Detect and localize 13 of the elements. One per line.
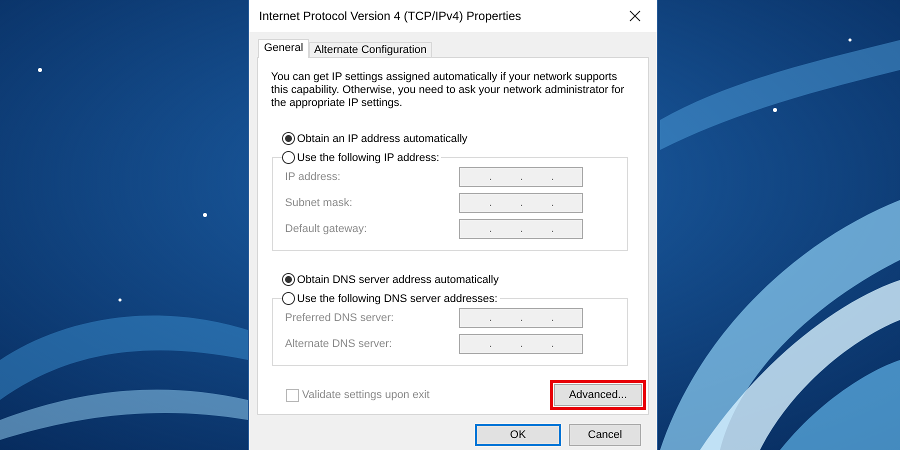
ok-button[interactable]: OK	[475, 424, 561, 446]
cancel-button[interactable]: Cancel	[569, 424, 641, 446]
field-label: Preferred DNS server:	[285, 312, 395, 324]
field-label: Default gateway:	[285, 223, 368, 235]
close-icon	[629, 10, 641, 22]
tab[interactable]: General	[258, 39, 310, 58]
description-text: You can get IP settings assigned automatically if your network supports this capability. Otherwise, you need to ask your network administrator for the appropriate IP settings.	[271, 71, 626, 110]
window-title: Internet Protocol Version 4 (TCP/IPv4) Properties	[259, 9, 522, 23]
field-label: IP address:	[285, 171, 342, 183]
tab[interactable]: Alternate Configuration	[309, 42, 432, 57]
field-label: Subnet mask:	[285, 197, 354, 209]
advanced-button[interactable]: Advanced...	[554, 384, 642, 406]
field-label: Alternate DNS server:	[285, 338, 393, 350]
